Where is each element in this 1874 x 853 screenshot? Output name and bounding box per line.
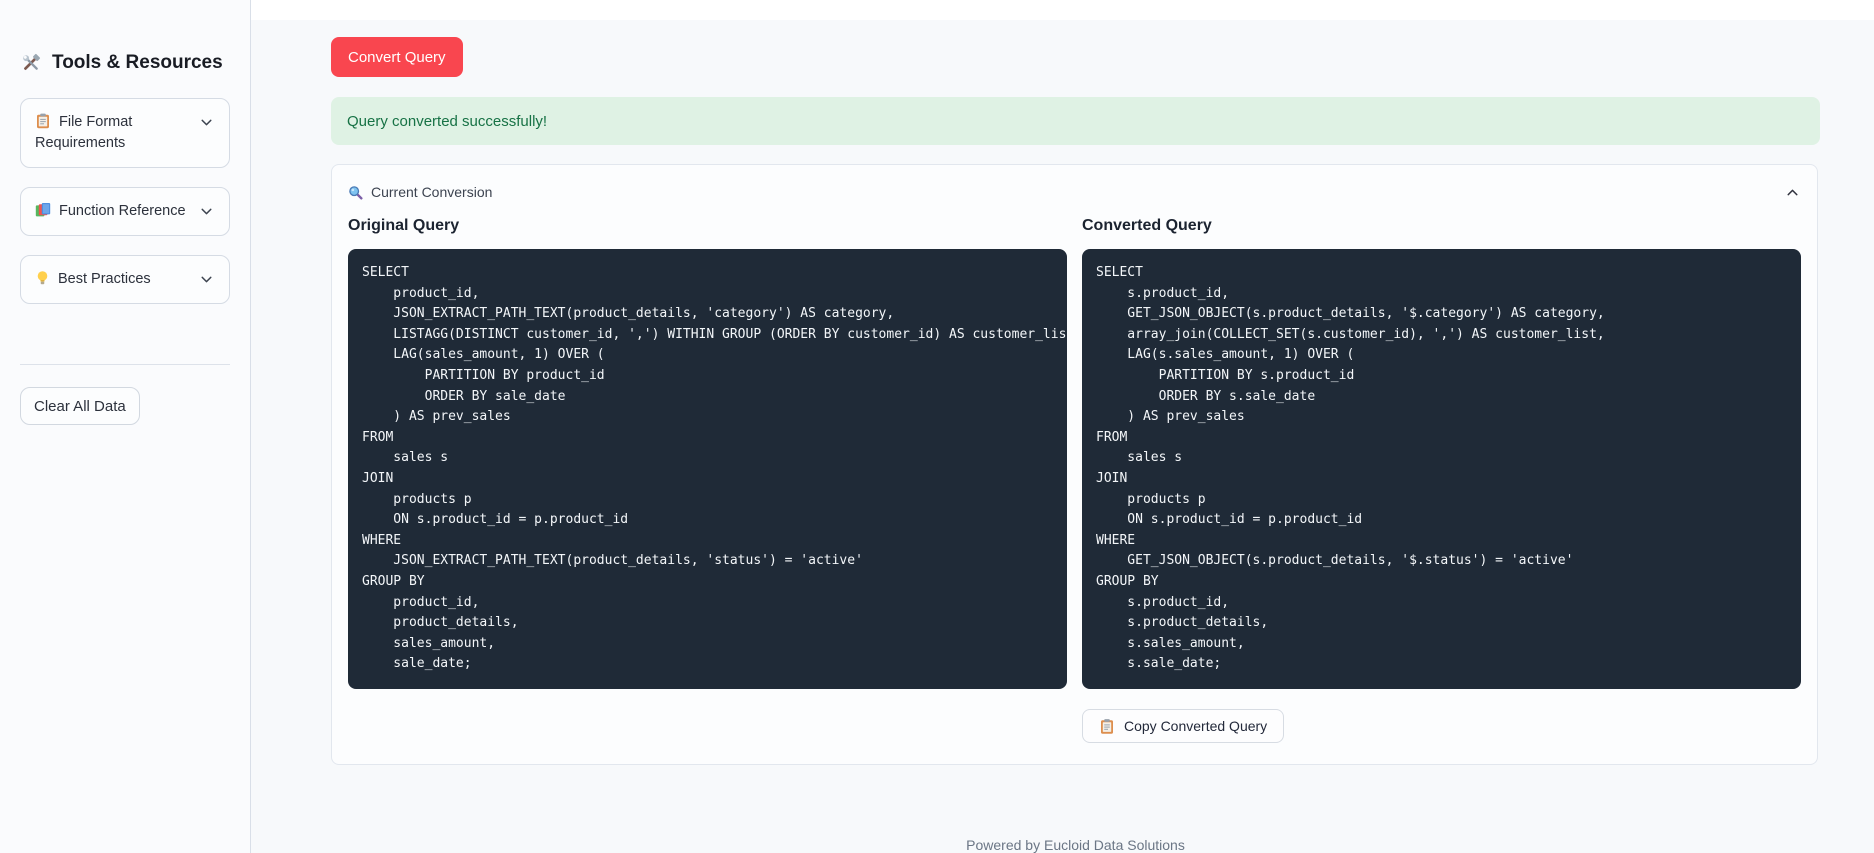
expander-file-format-requirements[interactable]: File Format Requirements [20, 98, 230, 168]
books-icon [35, 202, 51, 218]
expander-label: Function Reference [59, 203, 186, 219]
clear-all-data-button[interactable]: Clear All Data [20, 387, 140, 425]
converted-query-column: Converted Query SELECT s.product_id, GET… [1082, 217, 1801, 743]
success-message: Query converted successfully! [347, 112, 548, 130]
chevron-down-icon [198, 114, 215, 131]
original-query-heading: Original Query [348, 217, 460, 234]
current-conversion-title: Current Conversion [371, 184, 493, 200]
main-area: Convert Query Query converted successful… [251, 0, 1874, 853]
footer-text: Powered by Eucloid Data Solutions [966, 837, 1185, 853]
success-alert: Query converted successfully! [331, 97, 1820, 145]
sidebar-divider [20, 364, 230, 365]
lightbulb-icon [35, 270, 50, 286]
clipboard-icon [1099, 718, 1115, 735]
sidebar: Tools & Resources File Format Requiremen… [0, 0, 251, 853]
magnifier-icon [348, 185, 363, 200]
current-conversion-panel: Current Conversion Original Query SELECT… [331, 164, 1818, 765]
sidebar-title: Tools & Resources [20, 52, 230, 74]
expander-label: Best Practices [58, 271, 151, 287]
expander-best-practices[interactable]: Best Practices [20, 255, 230, 304]
clipboard-icon [35, 113, 51, 129]
original-query-column: Original Query SELECT product_id, JSON_E… [348, 217, 1067, 743]
app-header-strip [251, 0, 1874, 20]
converted-query-code-block: SELECT s.product_id, GET_JSON_OBJECT(s.p… [1082, 249, 1801, 689]
current-conversion-header[interactable]: Current Conversion [348, 181, 1801, 203]
copy-converted-query-button[interactable]: Copy Converted Query [1082, 709, 1285, 743]
converted-query-code: SELECT s.product_id, GET_JSON_OBJECT(s.p… [1096, 265, 1605, 672]
original-query-code: SELECT product_id, JSON_EXTRACT_PATH_TEX… [362, 265, 1067, 672]
copy-button-label: Copy Converted Query [1124, 718, 1268, 734]
chevron-down-icon [198, 203, 215, 220]
converted-query-heading: Converted Query [1082, 217, 1212, 234]
query-columns: Original Query SELECT product_id, JSON_E… [348, 217, 1801, 743]
sidebar-title-label: Tools & Resources [52, 52, 223, 73]
expander-function-reference[interactable]: Function Reference [20, 187, 230, 236]
chevron-up-icon[interactable] [1784, 184, 1801, 201]
chevron-down-icon [198, 271, 215, 288]
convert-query-button[interactable]: Convert Query [331, 37, 463, 77]
tools-icon [20, 52, 42, 74]
original-query-code-block: SELECT product_id, JSON_EXTRACT_PATH_TEX… [348, 249, 1067, 689]
main-content: Convert Query Query converted successful… [251, 20, 1820, 853]
